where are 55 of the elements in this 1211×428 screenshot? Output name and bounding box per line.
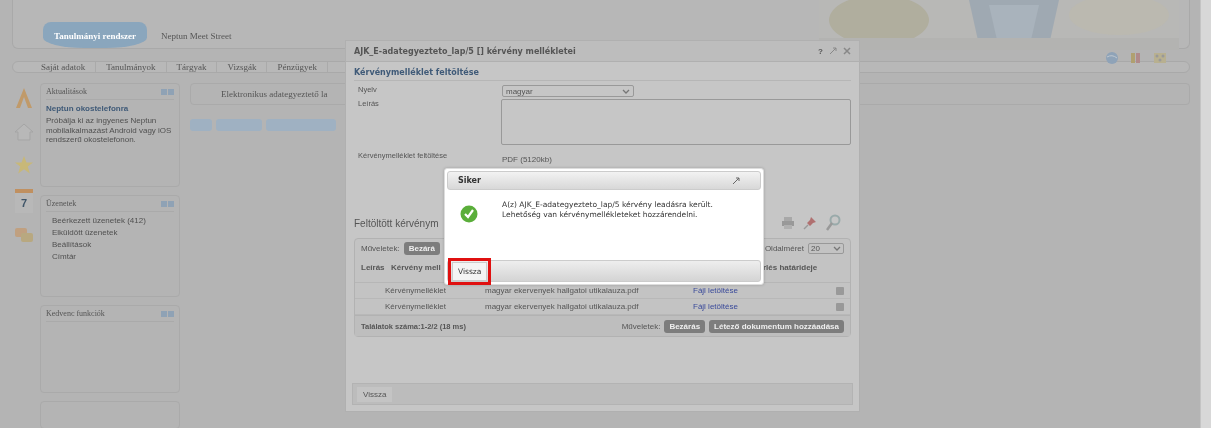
scrollbar[interactable] [1200, 0, 1211, 428]
printer-icon[interactable] [781, 216, 795, 230]
sidebar-link[interactable]: Beállítások [52, 240, 174, 249]
flag-icon[interactable] [1129, 51, 1143, 65]
table-cell-text: magyar ekervenyek hallgatoi utikalauza.pdf [485, 286, 640, 295]
download-link[interactable]: Fájl letöltése [693, 302, 835, 311]
download-link[interactable]: Fájl letöltése [693, 286, 835, 295]
news-text: Próbálja ki az ingyenes Neptun mobilalkalmazást Android vagy iOS rendszerű okostelefonon. [46, 116, 173, 145]
menu-item[interactable]: Tárgyak [166, 62, 218, 72]
site-subtitle: Neptun Meet Street [161, 31, 232, 41]
letter-icon[interactable] [14, 87, 34, 109]
star-icon[interactable] [14, 155, 34, 175]
table-cell-text: magyar ekervenyek hallgatoi utikalauza.pdf [485, 302, 640, 311]
menu-item[interactable]: Saját adatok [31, 62, 97, 72]
search-icon[interactable] [825, 214, 841, 232]
panel-title: Kedvenc funkciók [46, 309, 105, 318]
table-cell-text: Kérvénymelléklet [384, 302, 447, 311]
calendar-icon[interactable]: 7 [15, 189, 33, 213]
expand-icon[interactable] [732, 176, 740, 185]
grid-title: Feltöltött kérvénym [354, 217, 439, 229]
news-headline[interactable]: Neptun okostelefonra [46, 104, 174, 113]
column-header[interactable]: Leírás [361, 263, 391, 282]
table-cell-text: Kérvénymelléklet [384, 286, 447, 295]
logo-tab[interactable]: Tanulmányi rendszer [43, 22, 147, 48]
column-header[interactable]: rlés határideje [763, 263, 818, 282]
panel-title: Aktualitások [46, 87, 87, 96]
chat-icon[interactable] [14, 227, 34, 245]
back-button[interactable]: Vissza [357, 386, 393, 402]
breadcrumb: Elektronikus adategyeztető la [221, 89, 328, 99]
network-icon[interactable] [1153, 51, 1167, 65]
action-button[interactable]: Bezárás [664, 319, 706, 333]
page-size-label: Oldalméret [764, 243, 804, 253]
close-button[interactable]: Bezárá [403, 241, 440, 255]
menu-item[interactable]: Vizsgák [217, 62, 268, 72]
success-check-icon [460, 205, 478, 223]
dialog-title: AJK_E-adategyezteto_lap/5 [] kérvény mellékletei [354, 46, 576, 56]
sidebar-link[interactable]: Címtár [52, 252, 174, 261]
panel-title: Üzenetek [46, 199, 77, 208]
menu-item[interactable]: Pénzügyek [267, 62, 328, 72]
page-size-select[interactable]: 20 [808, 242, 844, 254]
file-type-info: PDF (5120kb) [502, 154, 552, 164]
close-icon[interactable] [843, 47, 851, 55]
menu-item[interactable]: Tanulmányok [96, 62, 167, 72]
sidebar-link[interactable]: Beérkezett üzenetek (412) [52, 216, 174, 225]
dialog-title: Siker [458, 176, 481, 185]
action-button[interactable]: Létező dokumentum hozzáadása [709, 319, 844, 333]
sidebar-link[interactable]: Elküldött üzenetek [52, 228, 174, 237]
help-icon[interactable]: ? [818, 46, 823, 56]
globe-icon[interactable] [1105, 51, 1119, 65]
description-field[interactable] [501, 99, 851, 145]
actions-label: Műveletek: [361, 243, 400, 253]
actions-label: Műveletek: [621, 321, 661, 331]
pin-icon[interactable] [803, 216, 817, 230]
language-select[interactable]: magyar [502, 85, 634, 97]
section-title: Kérvénymelléklet feltöltése [354, 68, 851, 81]
